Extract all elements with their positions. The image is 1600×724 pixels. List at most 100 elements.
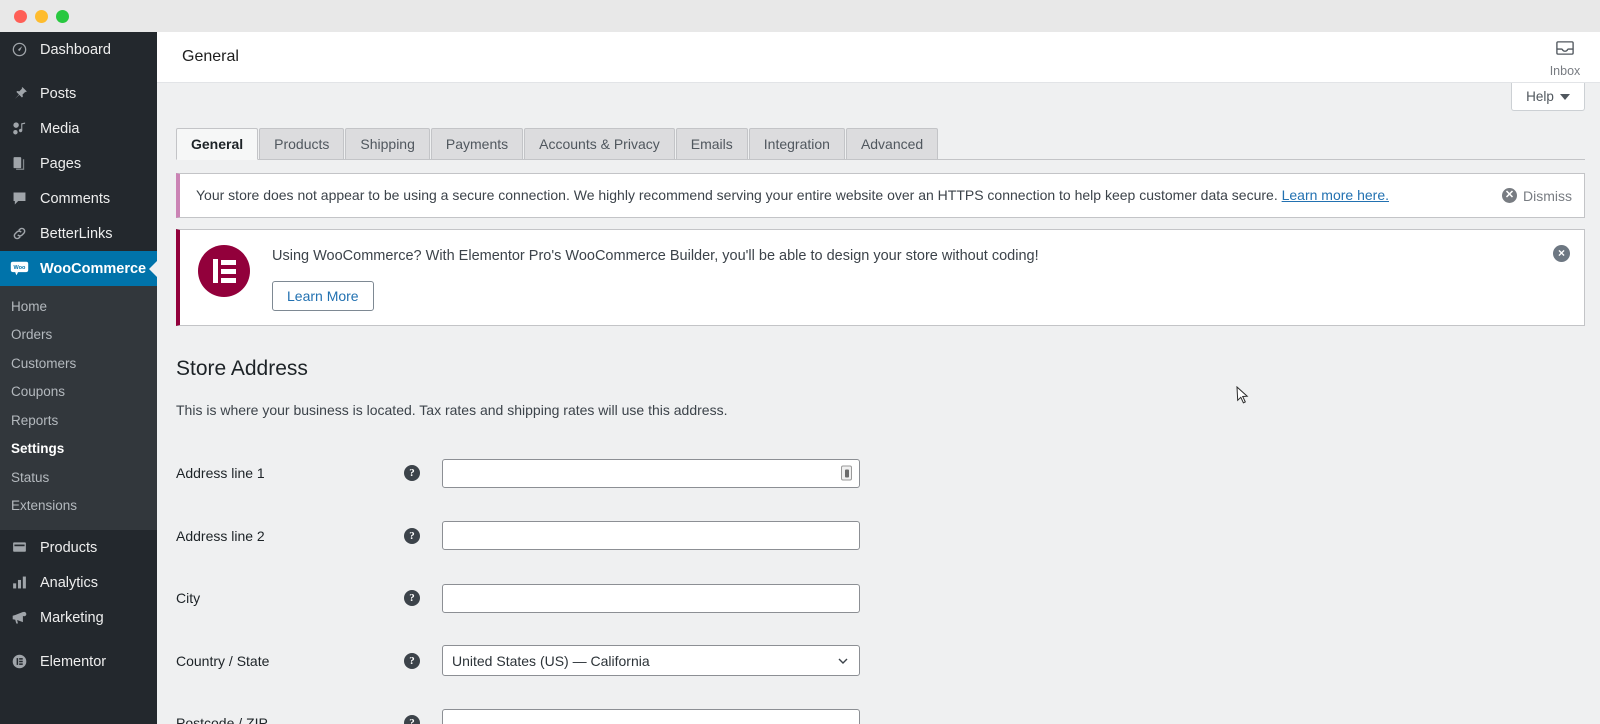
city-input[interactable] <box>442 583 860 613</box>
tab-integration[interactable]: Integration <box>748 128 845 159</box>
sidebar-item-marketing[interactable]: Marketing <box>0 600 157 635</box>
submenu-item-settings[interactable]: Settings <box>0 435 157 464</box>
help-row: Help <box>157 83 1600 128</box>
field-label: Country / State <box>176 652 270 669</box>
submenu-item-orders[interactable]: Orders <box>0 321 157 350</box>
admin-sidebar: Dashboard Posts Media Pages Comments Bet… <box>0 32 157 724</box>
address-line-1-input[interactable] <box>442 458 860 488</box>
tab-emails[interactable]: Emails <box>675 128 748 159</box>
elementor-promo-text: Using WooCommerce? With Elementor Pro's … <box>272 248 1039 264</box>
minimize-window-button[interactable] <box>35 9 48 23</box>
sidebar-item-label: Marketing <box>40 609 104 626</box>
sidebar-item-dashboard[interactable]: Dashboard <box>0 32 157 67</box>
field-label: Address line 2 <box>176 527 265 544</box>
help-tip-icon[interactable]: ? <box>404 590 420 606</box>
page-title: General <box>182 48 239 65</box>
sidebar-item-label: Analytics <box>40 574 99 591</box>
tab-accounts-privacy[interactable]: Accounts & Privacy <box>524 128 675 159</box>
help-tip-icon[interactable]: ? <box>404 652 420 669</box>
svg-text:Woo: Woo <box>13 265 25 271</box>
close-window-button[interactable] <box>14 9 27 23</box>
help-tip-icon[interactable]: ? <box>404 715 420 724</box>
help-tip-icon[interactable]: ? <box>404 527 420 544</box>
tab-shipping[interactable]: Shipping <box>345 128 430 159</box>
form-row-postcode-zip: Postcode / ZIP ? <box>176 692 1585 724</box>
form-row-address-line-1: Address line 1 ? <box>176 442 1585 505</box>
sidebar-item-betterlinks[interactable]: BetterLinks <box>0 216 157 251</box>
sidebar-item-analytics[interactable]: Analytics <box>0 565 157 600</box>
dismiss-button[interactable]: ✕ Dismiss <box>1502 188 1572 204</box>
sidebar-item-label: WooCommerce <box>40 260 147 277</box>
help-button[interactable]: Help <box>1511 83 1585 111</box>
tab-payments[interactable]: Payments <box>430 128 524 159</box>
chart-icon <box>9 573 29 593</box>
field-label: City <box>176 590 201 606</box>
submenu-item-status[interactable]: Status <box>0 463 157 492</box>
submenu-item-extensions[interactable]: Extensions <box>0 492 157 521</box>
section-description: This is where your business is located. … <box>176 401 728 418</box>
pages-icon <box>9 154 29 174</box>
section-title: Store Address <box>176 356 308 380</box>
learn-more-button[interactable]: Learn More <box>272 280 374 311</box>
link-icon <box>9 224 29 244</box>
autofill-icon[interactable] <box>841 465 852 481</box>
close-icon: ✕ <box>1502 188 1517 203</box>
sidebar-item-label: Elementor <box>40 653 107 670</box>
inbox-icon <box>1555 39 1575 62</box>
learn-more-link[interactable]: Learn more here. <box>1282 187 1389 203</box>
form-row-country-state: Country / State ? United States (US) — C… <box>176 629 1585 692</box>
sidebar-item-elementor[interactable]: Elementor <box>0 644 157 679</box>
window-titlebar <box>0 0 1600 32</box>
products-icon <box>9 538 29 558</box>
field-label: Address line 1 <box>176 465 265 481</box>
sidebar-item-products[interactable]: Products <box>0 530 157 565</box>
sidebar-item-label: Posts <box>40 85 77 102</box>
inbox-label: Inbox <box>1549 63 1581 78</box>
tab-products[interactable]: Products <box>259 128 345 159</box>
app-header: General Inbox <box>157 32 1600 83</box>
submenu-item-reports[interactable]: Reports <box>0 406 157 435</box>
https-notice-message: Your store does not appear to be using a… <box>196 187 1278 203</box>
form-row-city: City ? <box>176 567 1585 630</box>
elementor-promo-body: Using WooCommerce? With Elementor Pro's … <box>272 244 1541 311</box>
dismiss-label: Dismiss <box>1523 187 1572 204</box>
postcode-zip-input[interactable] <box>442 708 860 724</box>
tab-general[interactable]: General <box>176 128 259 160</box>
sidebar-item-label: Products <box>40 539 98 556</box>
tab-advanced[interactable]: Advanced <box>845 128 939 159</box>
elementor-icon <box>9 652 29 672</box>
sidebar-item-label: BetterLinks <box>40 225 113 242</box>
comment-icon <box>9 189 29 209</box>
dashboard-icon <box>9 40 29 60</box>
sidebar-item-posts[interactable]: Posts <box>0 76 157 111</box>
sidebar-item-label: Comments <box>40 190 111 207</box>
sidebar-item-woocommerce[interactable]: Woo WooCommerce <box>0 251 157 286</box>
country-state-select[interactable]: United States (US) — California <box>442 645 860 676</box>
sidebar-item-label: Media <box>40 120 80 137</box>
media-icon <box>9 119 29 139</box>
help-button-label: Help <box>1526 89 1554 104</box>
settings-tab-bar: General Products Shipping Payments Accou… <box>176 128 1585 160</box>
woo-icon: Woo <box>9 259 29 279</box>
sidebar-item-pages[interactable]: Pages <box>0 146 157 181</box>
form-row-address-line-2: Address line 2 ? <box>176 504 1585 567</box>
sidebar-item-label: Pages <box>40 155 82 172</box>
close-icon[interactable]: × <box>1553 245 1570 262</box>
inbox-button[interactable]: Inbox <box>1530 32 1600 83</box>
field-label: Postcode / ZIP <box>176 715 268 724</box>
https-notice: Your store does not appear to be using a… <box>176 173 1585 218</box>
main-content-area: General Inbox Help General Products Ship… <box>157 32 1600 724</box>
submenu-item-coupons[interactable]: Coupons <box>0 378 157 407</box>
address-line-2-input[interactable] <box>442 521 860 550</box>
submenu-item-home[interactable]: Home <box>0 292 157 321</box>
sidebar-item-label: Dashboard <box>40 41 111 58</box>
maximize-window-button[interactable] <box>56 9 69 23</box>
help-tip-icon[interactable]: ? <box>404 465 420 481</box>
megaphone-icon <box>9 608 29 628</box>
sidebar-item-media[interactable]: Media <box>0 111 157 146</box>
sidebar-item-comments[interactable]: Comments <box>0 181 157 216</box>
settings-content: General Products Shipping Payments Accou… <box>157 128 1600 724</box>
submenu-item-customers[interactable]: Customers <box>0 349 157 378</box>
